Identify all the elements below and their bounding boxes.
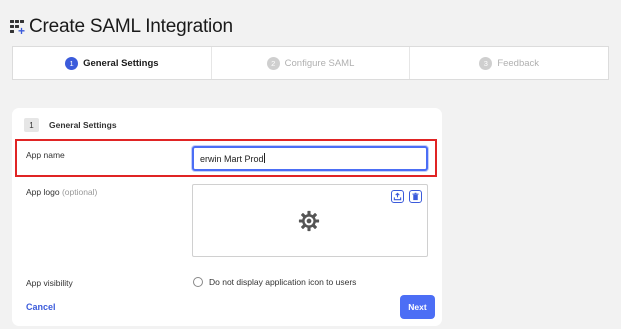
app-name-label: App name bbox=[26, 150, 65, 160]
page-header: + Create SAML Integration bbox=[10, 14, 233, 40]
app-logo-label: App logo (optional) bbox=[26, 187, 97, 197]
step-general-settings[interactable]: 1 General Settings bbox=[13, 47, 212, 79]
step-label: Configure SAML bbox=[284, 57, 355, 69]
app-name-input[interactable]: erwin Mart Prod bbox=[192, 146, 428, 171]
general-settings-card: 1 General Settings App name erwin Mart P… bbox=[12, 108, 442, 326]
app-name-value: erwin Mart Prod bbox=[200, 154, 264, 164]
card-title: General Settings bbox=[49, 120, 117, 130]
app-visibility-label: App visibility bbox=[26, 278, 73, 288]
step-feedback[interactable]: 3 Feedback bbox=[410, 47, 608, 79]
step-number: 2 bbox=[266, 56, 280, 70]
upload-button[interactable] bbox=[391, 190, 404, 203]
cancel-button[interactable]: Cancel bbox=[26, 302, 56, 312]
hide-icon-radio[interactable] bbox=[193, 277, 203, 287]
step-configure-saml[interactable]: 2 Configure SAML bbox=[212, 47, 411, 79]
step-number: 1 bbox=[65, 56, 79, 70]
optional-hint: (optional) bbox=[61, 187, 98, 197]
upload-icon bbox=[393, 192, 402, 201]
integration-add-icon: + bbox=[10, 19, 27, 37]
page-title: Create SAML Integration bbox=[29, 16, 233, 37]
card-step-number: 1 bbox=[24, 118, 39, 132]
step-label: Feedback bbox=[497, 57, 540, 69]
card-header: 1 General Settings bbox=[24, 118, 117, 132]
step-label: General Settings bbox=[83, 57, 159, 69]
next-button[interactable]: Next bbox=[400, 295, 435, 319]
delete-button[interactable] bbox=[409, 190, 422, 203]
step-number: 3 bbox=[479, 56, 493, 70]
trash-icon bbox=[412, 192, 419, 201]
app-logo-label-text: App logo bbox=[26, 187, 60, 197]
gear-icon bbox=[298, 210, 320, 232]
hide-icon-option-label[interactable]: Do not display application icon to users bbox=[209, 277, 356, 287]
app-logo-dropzone[interactable] bbox=[192, 184, 428, 257]
wizard-stepper: 1 General Settings 2 Configure SAML 3 Fe… bbox=[12, 46, 609, 80]
